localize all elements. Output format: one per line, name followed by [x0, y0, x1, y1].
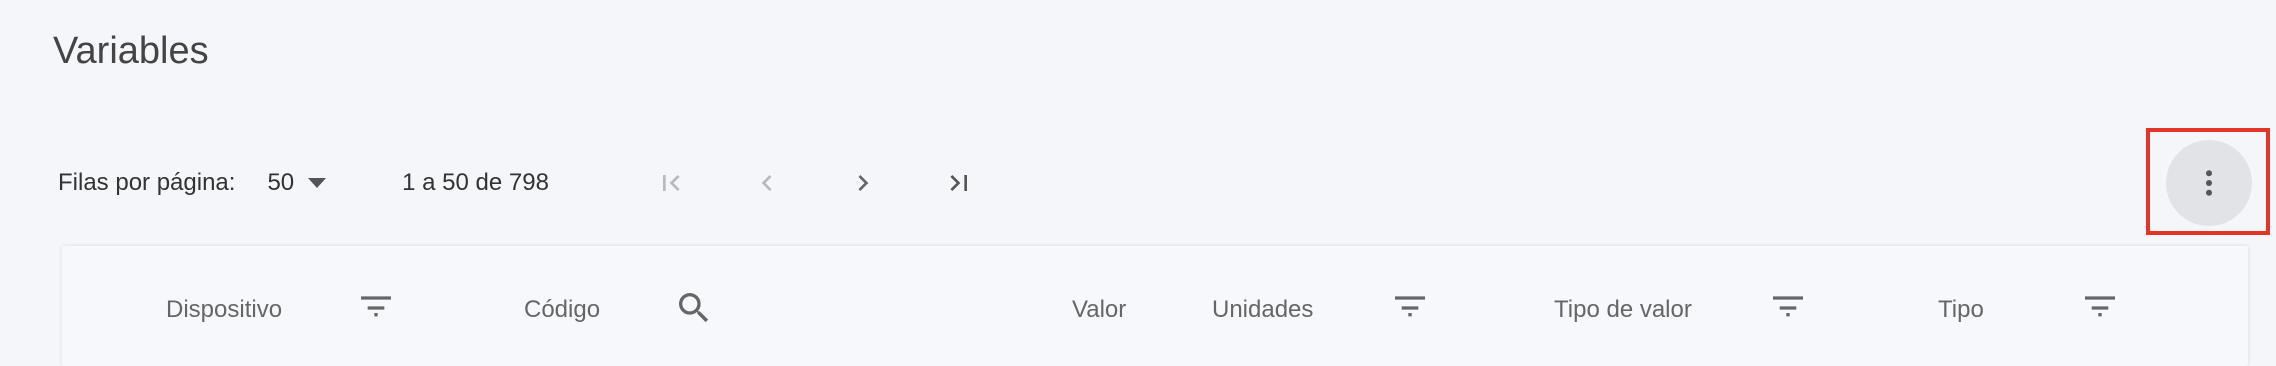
rows-per-page-value: 50: [267, 169, 295, 196]
filter-icon[interactable]: [354, 288, 398, 328]
paginator: Filas por página: 50 1 a 50 de 798: [58, 155, 549, 211]
range-label: 1 a 50 de 798: [402, 169, 549, 196]
chevron-right-icon: [858, 175, 869, 191]
header-dispositivo: Dispositivo: [166, 296, 283, 323]
header-unidades: Unidades: [1212, 296, 1314, 323]
first-page-icon: [663, 175, 680, 191]
chevron-left-icon: [761, 175, 772, 191]
highlight-box: [2146, 128, 2270, 235]
first-page-button[interactable]: [643, 155, 699, 211]
page-title: Variables: [53, 30, 209, 72]
filter-icon[interactable]: [1388, 288, 1432, 328]
last-page-icon: [950, 175, 967, 191]
header-tipo: Tipo: [1938, 296, 1984, 323]
last-page-button[interactable]: [931, 155, 987, 211]
filter-icon[interactable]: [1766, 288, 1810, 328]
header-valor: Valor: [1072, 296, 1127, 323]
header-tipo-de-valor: Tipo de valor: [1554, 296, 1692, 323]
next-page-button[interactable]: [835, 155, 891, 211]
table-card: Dispositivo Código Valor Unidades Tipo d…: [62, 246, 2248, 366]
search-icon[interactable]: [672, 288, 716, 328]
header-codigo: Código: [524, 296, 601, 323]
rows-per-page-label: Filas por página:: [58, 169, 236, 196]
previous-page-button[interactable]: [739, 155, 795, 211]
filter-icon[interactable]: [2078, 288, 2122, 328]
chevron-down-icon: [308, 178, 327, 188]
rows-per-page-select[interactable]: 50: [267, 169, 327, 197]
